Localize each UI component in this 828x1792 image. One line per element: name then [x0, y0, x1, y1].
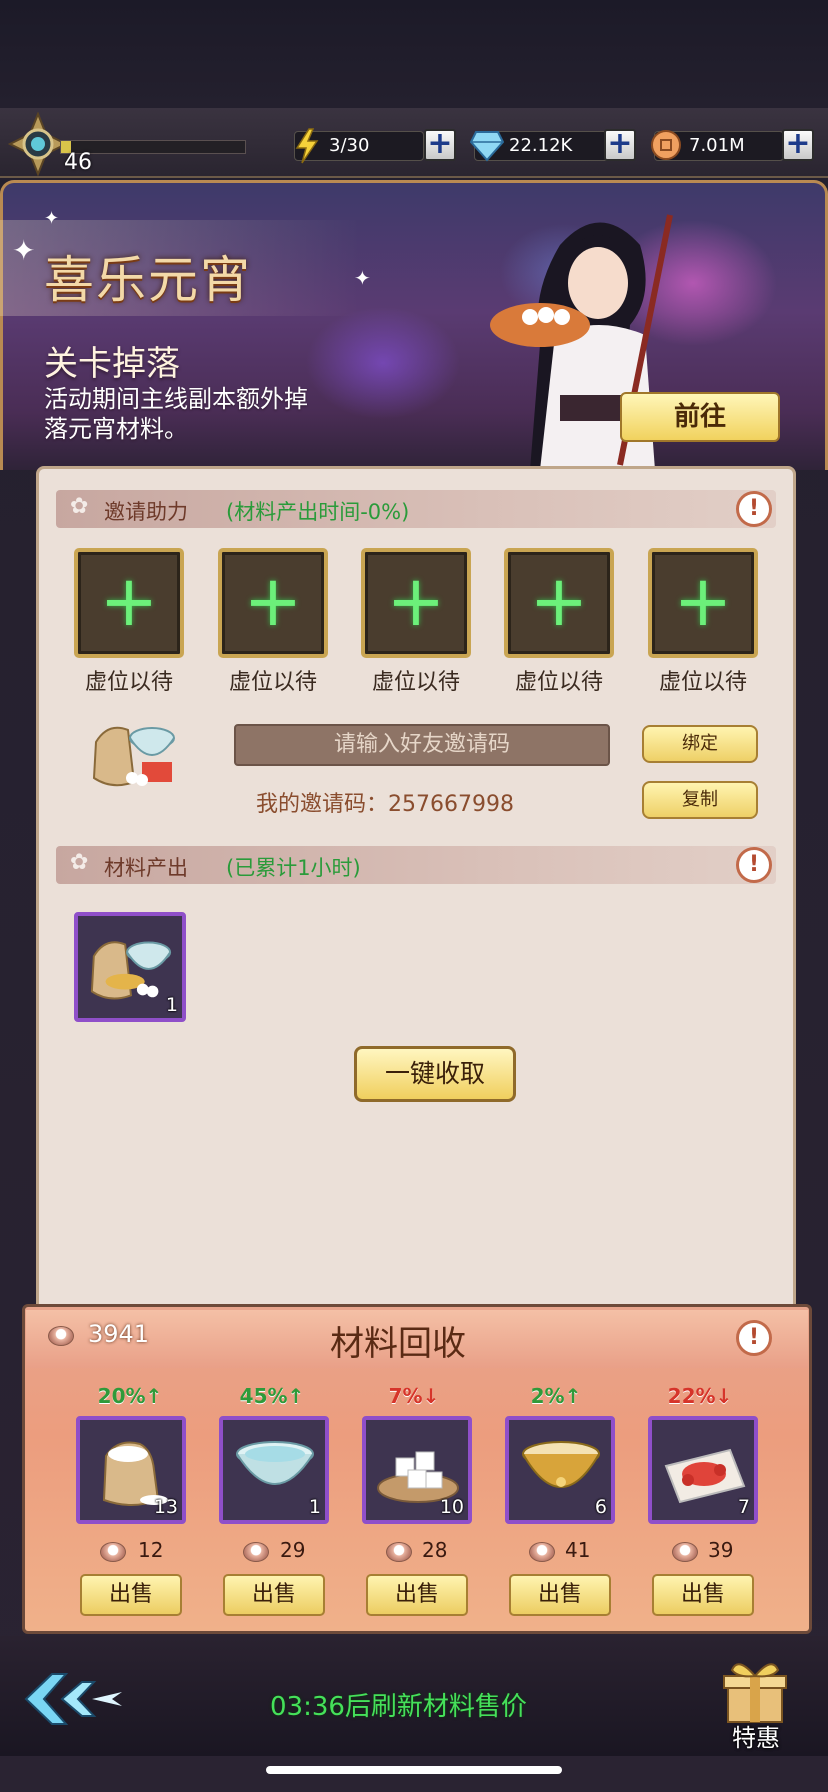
add-friend-icon: +: [386, 560, 446, 642]
sell-price: 28: [422, 1538, 448, 1562]
item-count: 1: [308, 1496, 321, 1518]
gift-box-icon[interactable]: [718, 1656, 792, 1726]
item-count: 10: [439, 1496, 464, 1518]
refresh-timer: 03:36后刷新材料售价: [270, 1692, 527, 1722]
add-friend-icon: +: [99, 560, 159, 642]
invite-info-button[interactable]: !: [736, 491, 772, 527]
sell-price: 12: [138, 1538, 164, 1562]
slot-label: 虚位以待: [514, 670, 603, 695]
energy-value: 3/30: [329, 135, 370, 156]
tangyuan-currency-icon: [672, 1542, 698, 1562]
tangyuan-currency-icon: [100, 1542, 126, 1562]
sparkle-icon: ✦: [12, 234, 36, 267]
invite-slot-4[interactable]: +: [504, 548, 614, 658]
special-offer-label: 特惠: [732, 1724, 780, 1752]
recycle-item-sugar[interactable]: 10: [362, 1416, 472, 1524]
item-count: 1: [165, 994, 178, 1016]
price-change: 22%↓: [667, 1384, 733, 1408]
sparkle-icon: ✦: [44, 208, 60, 229]
price-change: 2%↑: [530, 1384, 582, 1408]
sell-button[interactable]: 出售: [652, 1574, 754, 1616]
collect-all-button[interactable]: 一键收取: [354, 1046, 516, 1102]
tangyuan-currency-icon: [243, 1542, 269, 1562]
add-friend-icon: +: [673, 560, 733, 642]
invite-slot-1[interactable]: +: [74, 548, 184, 658]
invite-slot-3[interactable]: +: [361, 548, 471, 658]
material-bundle-icon: [92, 726, 175, 787]
recycle-item-water[interactable]: 1: [219, 1416, 329, 1524]
slot-label: 虚位以待: [228, 670, 317, 695]
price-change: 20%↑: [97, 1384, 163, 1408]
home-indicator: [266, 1766, 562, 1774]
sell-button[interactable]: 出售: [509, 1574, 611, 1616]
currency-amount: 3941: [88, 1320, 150, 1348]
price-change: 7%↓: [388, 1384, 440, 1408]
back-arrow-icon[interactable]: [22, 1668, 126, 1730]
item-count: 7: [737, 1496, 750, 1518]
add-friend-icon: +: [243, 560, 303, 642]
recycle-item-flour[interactable]: 13: [76, 1416, 186, 1524]
flower-icon: ✿: [70, 494, 89, 519]
flower-icon: ✿: [70, 850, 89, 875]
add-energy-button[interactable]: +: [424, 129, 456, 161]
sell-price: 39: [708, 1538, 734, 1562]
copy-button[interactable]: 复制: [642, 781, 758, 819]
slot-label: 虚位以待: [84, 670, 173, 695]
sell-button[interactable]: 出售: [223, 1574, 325, 1616]
filling-bowl-icon: [522, 1441, 600, 1488]
slot-label: 虚位以待: [371, 670, 460, 695]
gem-value: 22.12K: [509, 135, 573, 156]
player-level: 46: [64, 150, 92, 175]
my-invite-code: 我的邀请码：257667998: [256, 792, 514, 817]
gold-value: 7.01M: [689, 135, 745, 156]
output-item[interactable]: 1: [74, 912, 186, 1022]
sparkle-icon: ✦: [354, 266, 371, 290]
lightning-icon: [295, 128, 319, 164]
slot-label: 虚位以待: [658, 670, 747, 695]
output-info-button[interactable]: !: [736, 847, 772, 883]
output-accumulated: (已累计1小时): [226, 856, 361, 880]
gold-coin-icon: [651, 130, 681, 160]
tangyuan-currency-icon: [529, 1542, 555, 1562]
invite-bonus: (材料产出时间-0%): [226, 500, 410, 524]
banner-subtitle: 关卡掉落: [44, 344, 180, 384]
event-title: 喜乐元宵: [44, 251, 252, 309]
invite-title: 邀请助力: [104, 500, 188, 524]
recycle-info-button[interactable]: !: [736, 1320, 772, 1356]
recycle-item-rose[interactable]: 7: [648, 1416, 758, 1524]
sell-button[interactable]: 出售: [366, 1574, 468, 1616]
tangyuan-currency-icon: [386, 1542, 412, 1562]
price-change: 45%↑: [239, 1384, 305, 1408]
material-bundle-icon: [90, 941, 172, 1000]
banner-description: 活动期间主线副本额外掉落元宵材料。: [44, 385, 308, 443]
diamond-icon: [470, 131, 504, 162]
item-count: 6: [594, 1496, 607, 1518]
item-count: 13: [153, 1496, 178, 1518]
add-gems-button[interactable]: +: [604, 129, 636, 161]
invite-slot-5[interactable]: +: [648, 548, 758, 658]
sell-button[interactable]: 出售: [80, 1574, 182, 1616]
output-title: 材料产出: [104, 856, 188, 880]
rose-petals-icon: [664, 1448, 746, 1504]
sell-price: 41: [565, 1538, 591, 1562]
go-button[interactable]: 前往: [620, 392, 780, 442]
invite-slot-2[interactable]: +: [218, 548, 328, 658]
game-screen: { "hud": { "level": "46", "energy": "3/3…: [0, 0, 828, 1792]
recycle-item-filling[interactable]: 6: [505, 1416, 615, 1524]
tangyuan-currency-icon: [48, 1326, 74, 1346]
add-gold-button[interactable]: +: [782, 129, 814, 161]
water-bowl-icon: [236, 1441, 314, 1485]
invite-code-input[interactable]: 请输入好友邀请码: [234, 724, 610, 766]
sell-price: 29: [280, 1538, 306, 1562]
bind-button[interactable]: 绑定: [642, 725, 758, 763]
add-friend-icon: +: [529, 560, 589, 642]
recycle-title: 材料回收: [330, 1324, 466, 1364]
